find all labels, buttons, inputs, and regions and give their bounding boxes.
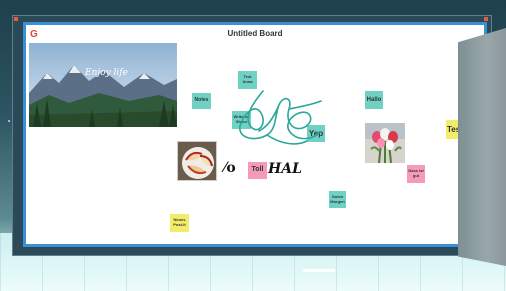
frame-corner-marker — [484, 17, 488, 21]
sticky-note-hallo[interactable]: Hallo — [365, 91, 383, 109]
frame-corner-marker — [14, 17, 18, 21]
view-scroll-indicator[interactable] — [303, 269, 335, 272]
apples-photo[interactable] — [177, 141, 217, 181]
handwritten-hal[interactable]: HAL — [268, 161, 302, 177]
mountain-photo[interactable]: Enjoy life — [29, 43, 177, 127]
freehand-scribble-drawing[interactable] — [223, 83, 329, 153]
sticky-note-guten-morgen[interactable]: Guten Morgen — [329, 191, 346, 208]
side-panel-door — [458, 28, 506, 266]
board-title[interactable]: Untitled Board — [26, 29, 484, 38]
apples-image — [178, 142, 216, 180]
sticky-note-notes[interactable]: Notes — [192, 93, 211, 109]
sticky-note-dass-ist-gut[interactable]: Dass ist gut — [407, 165, 425, 183]
mountain-image — [29, 43, 177, 127]
star-dot — [8, 120, 10, 122]
sticky-note-toll[interactable]: Toll — [248, 162, 267, 179]
tulips-image — [365, 123, 405, 163]
photo-caption: Enjoy life — [85, 68, 128, 78]
tulips-photo[interactable] — [365, 123, 405, 163]
sticky-note-neues-post-it[interactable]: Neues Post-It — [170, 214, 189, 232]
whiteboard-canvas[interactable]: G Untitled Board Enjoy life Notes Test A… — [23, 22, 487, 247]
handwritten-mark[interactable]: ⁄o — [224, 160, 236, 176]
